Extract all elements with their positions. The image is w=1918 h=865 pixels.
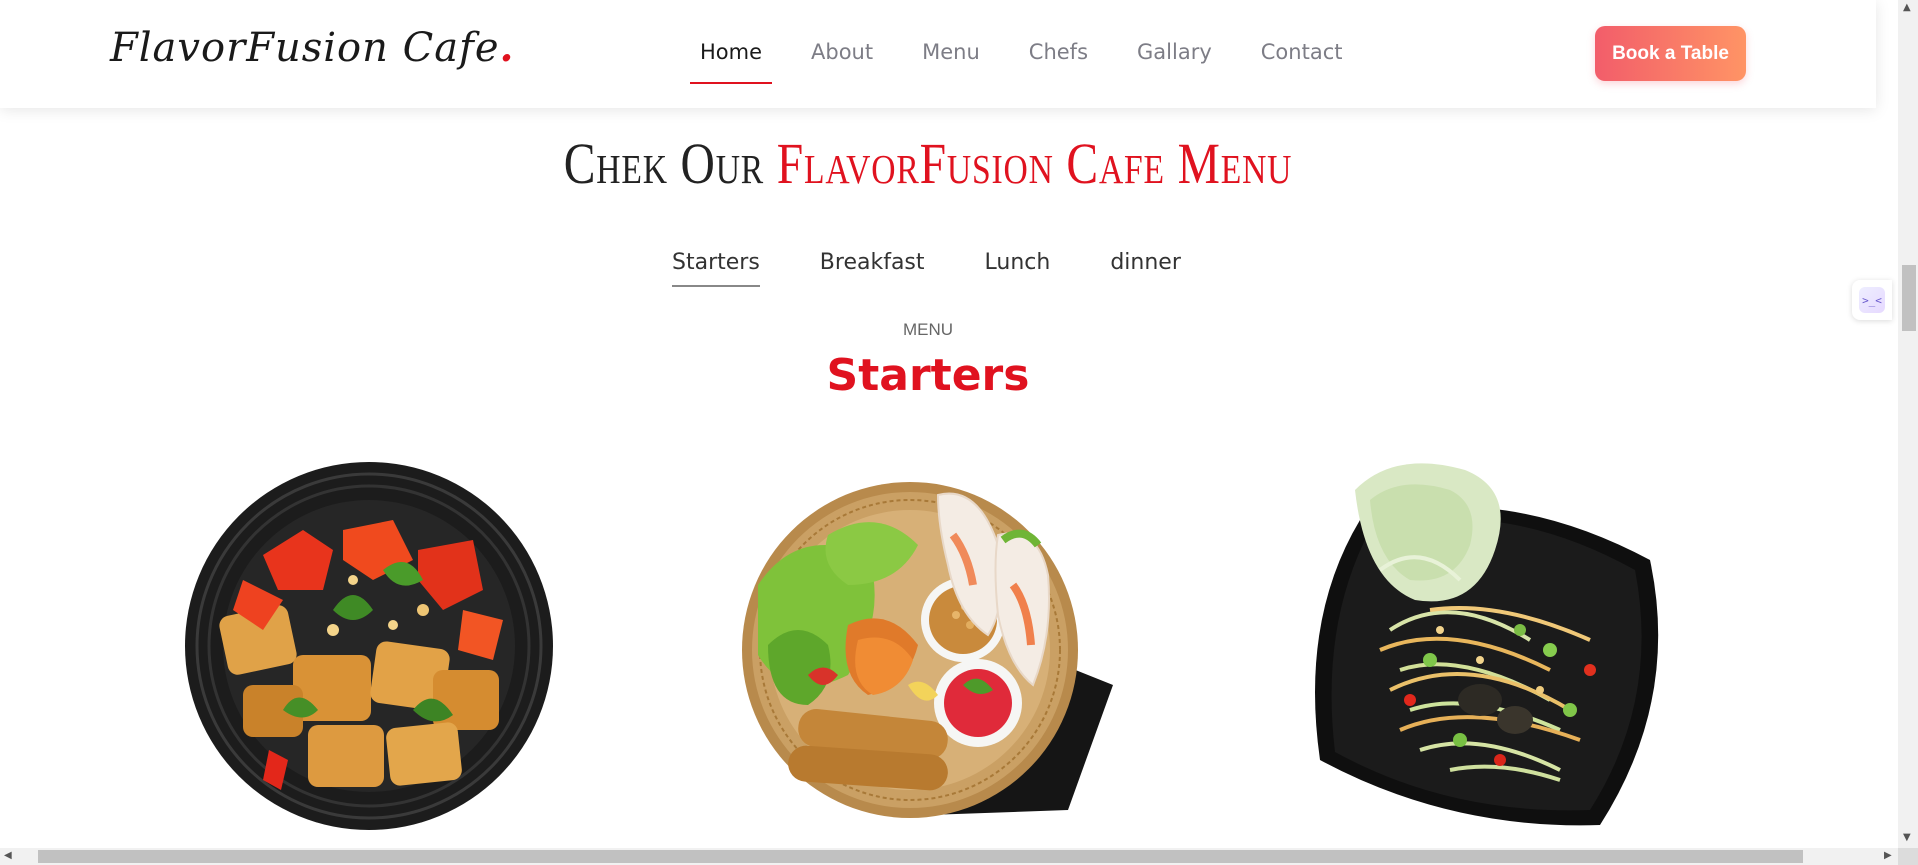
logo-text: FlavorFusion Cafe [110, 25, 500, 71]
scroll-up-arrow-icon[interactable]: ▲ [1903, 2, 1911, 13]
nav-contact[interactable]: Contact [1261, 30, 1343, 80]
logo-dot: . [499, 24, 515, 71]
section-heading-prefix: Chek Our [563, 131, 765, 196]
vertical-scrollbar-track[interactable] [1898, 0, 1918, 848]
nav-gallary[interactable]: Gallary [1137, 30, 1212, 80]
horizontal-scrollbar-thumb[interactable] [38, 850, 1803, 863]
scroll-left-arrow-icon[interactable]: ◀ [4, 850, 12, 861]
assistant-icon: >_< [1859, 287, 1885, 313]
site-header: FlavorFusion Cafe. Home About Menu Chefs… [0, 0, 1876, 108]
tab-starters[interactable]: Starters [672, 250, 760, 287]
section-heading-brand: FlavorFusion Cafe Menu [776, 131, 1293, 196]
menu-eyebrow: MENU [902, 320, 954, 339]
tab-breakfast[interactable]: Breakfast [820, 250, 925, 287]
section-heading: Chek Our FlavorFusion Cafe Menu [167, 130, 1689, 197]
nav-menu[interactable]: Menu [922, 30, 980, 80]
nav-home[interactable]: Home [689, 30, 773, 84]
scroll-right-arrow-icon[interactable]: ▶ [1884, 850, 1892, 861]
dish-image-papaya-salad[interactable] [1300, 460, 1670, 830]
menu-tabs: Starters Breakfast Lunch dinner [672, 250, 1241, 287]
scrollbar-corner [1898, 848, 1918, 865]
menu-category-title: Starters [826, 350, 1030, 401]
scroll-down-arrow-icon[interactable]: ▼ [1903, 832, 1911, 843]
vertical-scrollbar-thumb[interactable] [1902, 265, 1916, 331]
nav-chefs[interactable]: Chefs [1029, 30, 1088, 80]
tab-dinner[interactable]: dinner [1110, 250, 1181, 287]
dish-image-tofu[interactable] [183, 460, 555, 832]
main-nav: Home About Menu Chefs Gallary Contact [689, 30, 1391, 84]
dish-image-spring-rolls[interactable] [738, 475, 1118, 820]
tab-lunch[interactable]: Lunch [985, 250, 1051, 287]
floating-assistant-widget[interactable]: >_< [1852, 280, 1892, 320]
nav-about[interactable]: About [811, 30, 873, 80]
site-logo[interactable]: FlavorFusion Cafe. [110, 24, 514, 84]
book-table-button[interactable]: Book a Table [1595, 26, 1746, 81]
